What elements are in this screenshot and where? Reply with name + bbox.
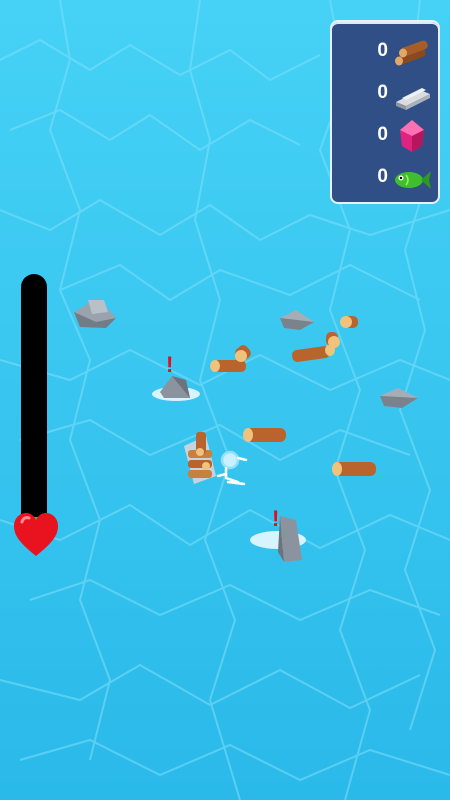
green-fish-icon	[395, 171, 431, 189]
heart-icon	[14, 513, 58, 556]
log-6[interactable]	[243, 428, 286, 442]
resource-row-fish: 0	[332, 158, 438, 198]
iron-count: 0	[377, 82, 388, 103]
log-7[interactable]	[332, 462, 376, 476]
gem-count: 0	[377, 124, 388, 145]
resource-panel: 0 0 0 0	[332, 22, 438, 202]
resource-row-wood: 0	[332, 32, 438, 72]
fish-count: 0	[377, 166, 388, 187]
resource-row-iron: 0	[332, 74, 438, 114]
resource-row-gem: 0	[332, 116, 438, 156]
wood-count: 0	[377, 40, 388, 61]
log-5[interactable]	[340, 316, 358, 328]
alert-icon: !	[166, 352, 173, 377]
iron-ingot-icon	[396, 88, 430, 110]
pink-gem-icon	[400, 120, 424, 152]
wood-logs-icon	[395, 40, 428, 66]
health-bar	[21, 274, 47, 524]
alert-icon: !	[272, 506, 279, 531]
